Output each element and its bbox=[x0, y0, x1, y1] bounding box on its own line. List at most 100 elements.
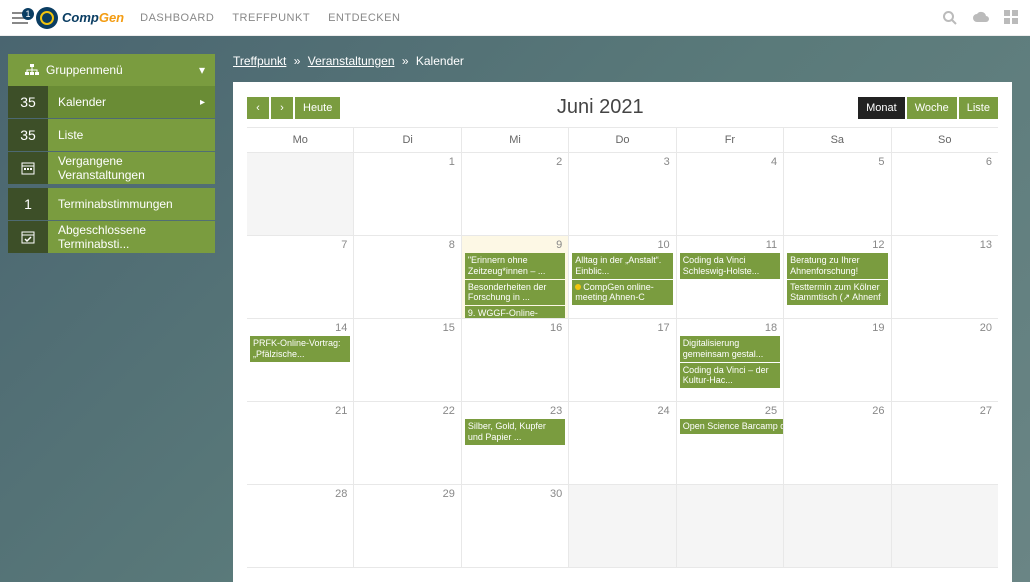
calendar-cell[interactable]: 27 bbox=[892, 402, 998, 484]
calendar-cell[interactable]: 7 bbox=[247, 236, 354, 318]
calendar-date bbox=[250, 156, 350, 158]
calendar-cell[interactable]: 12Beratung zu Ihrer Ahnenforschung!Testt… bbox=[784, 236, 891, 318]
calendar-cell[interactable]: 16 bbox=[462, 319, 569, 401]
calendar-event[interactable]: Testtermin zum Kölner Stammtisch (↗ Ahne… bbox=[787, 280, 887, 306]
calendar-card: ‹ › Heute Juni 2021 Monat Woche Liste Mo… bbox=[233, 82, 1012, 582]
calendar-cell[interactable]: 22 bbox=[354, 402, 461, 484]
cal-next-button[interactable]: › bbox=[271, 97, 293, 119]
calendar-date: 3 bbox=[572, 156, 672, 170]
calendar-cell[interactable]: 24 bbox=[569, 402, 676, 484]
calendar-cell[interactable]: 10Alltag in der „Anstalt“. Einblic...Com… bbox=[569, 236, 676, 318]
search-icon[interactable] bbox=[942, 10, 958, 26]
calendar-cell[interactable]: 29 bbox=[354, 485, 461, 567]
calendar-event[interactable]: Open Science Barcamp des Leibniz... bbox=[680, 419, 784, 434]
calendar-cell[interactable]: 14PRFK-Online-Vortrag: „Pfälzische... bbox=[247, 319, 354, 401]
calendar-cell[interactable]: 21 bbox=[247, 402, 354, 484]
nav-entdecken[interactable]: ENTDECKEN bbox=[328, 12, 400, 24]
sidebar-item[interactable]: 1Terminabstimmungen bbox=[8, 188, 215, 220]
calendar-cell[interactable]: 11Coding da Vinci Schleswig-Holste... bbox=[677, 236, 784, 318]
sidebar-group-label: Gruppenmenü bbox=[46, 63, 123, 77]
calendar-cell[interactable] bbox=[677, 485, 784, 567]
calendar-event[interactable]: Coding da Vinci Schleswig-Holste... bbox=[680, 253, 780, 279]
view-list-button[interactable]: Liste bbox=[959, 97, 998, 119]
calendar-date bbox=[680, 488, 780, 490]
calendar-cell[interactable]: 26 bbox=[784, 402, 891, 484]
sidebar-item-icon bbox=[8, 152, 48, 184]
calendar-event[interactable]: Silber, Gold, Kupfer und Papier ... bbox=[465, 419, 565, 445]
cal-prev-button[interactable]: ‹ bbox=[247, 97, 269, 119]
main: Gruppenmenü ▾ 35Kalender▸35ListeVergange… bbox=[0, 36, 1030, 582]
hamburger-menu[interactable]: 1 bbox=[12, 12, 28, 24]
calendar-event[interactable]: Besonderheiten der Forschung in ... bbox=[465, 280, 565, 306]
calendar-date: 5 bbox=[787, 156, 887, 170]
sidebar-item[interactable]: 35Liste bbox=[8, 119, 215, 151]
calendar-date: 29 bbox=[357, 488, 457, 502]
calendar-cell[interactable]: 1 bbox=[354, 153, 461, 235]
logo[interactable]: CompGen bbox=[36, 7, 124, 29]
calendar-cell[interactable]: 17 bbox=[569, 319, 676, 401]
calendar-event[interactable]: "Erinnern ohne Zeitzeug*innen – ... bbox=[465, 253, 565, 279]
calendar-date: 21 bbox=[250, 405, 350, 419]
calendar-cell[interactable]: 18Digitalisierung gemeinsam gestal...Cod… bbox=[677, 319, 784, 401]
calendar-event[interactable]: Coding da Vinci – der Kultur-Hac... bbox=[680, 363, 780, 389]
calendar-date: 27 bbox=[895, 405, 995, 419]
nav-dashboard[interactable]: DASHBOARD bbox=[140, 12, 214, 24]
calendar-event[interactable]: Alltag in der „Anstalt“. Einblic... bbox=[572, 253, 672, 279]
calendar-event[interactable]: 9. WGGF-Online-Mittwochstreffen bbox=[465, 306, 565, 318]
calendar-date: 8 bbox=[357, 239, 457, 253]
sitemap-icon bbox=[18, 64, 46, 76]
calendar-cell[interactable] bbox=[892, 485, 998, 567]
calendar-grid: MoDiMiDoFrSaSo 123456789"Erinnern ohne Z… bbox=[247, 127, 998, 568]
sidebar-item[interactable]: Vergangene Veranstaltungen bbox=[8, 152, 215, 184]
calendar-date: 9 bbox=[465, 239, 565, 253]
view-week-button[interactable]: Woche bbox=[907, 97, 957, 119]
calendar-cell[interactable]: 25Open Science Barcamp des Leibniz... bbox=[677, 402, 784, 484]
calendar-event[interactable]: PRFK-Online-Vortrag: „Pfälzische... bbox=[250, 336, 350, 362]
calendar-event[interactable]: CompGen online-meeting Ahnen-C bbox=[572, 280, 672, 306]
calendar-cell[interactable]: 20 bbox=[892, 319, 998, 401]
weekday-header: Do bbox=[569, 128, 676, 152]
sidebar-item-count: 1 bbox=[8, 188, 48, 220]
calendar-cell[interactable] bbox=[247, 153, 354, 235]
logo-icon bbox=[36, 7, 58, 29]
calendar-cell[interactable]: 30 bbox=[462, 485, 569, 567]
calendar-cell[interactable] bbox=[569, 485, 676, 567]
sidebar: Gruppenmenü ▾ 35Kalender▸35ListeVergange… bbox=[0, 36, 215, 582]
notification-badge: 1 bbox=[22, 8, 34, 20]
weekday-header: Sa bbox=[784, 128, 891, 152]
calendar-cell[interactable]: 8 bbox=[354, 236, 461, 318]
cal-today-button[interactable]: Heute bbox=[295, 97, 340, 119]
sidebar-item-label: Liste bbox=[48, 119, 215, 151]
calendar-cell[interactable]: 2 bbox=[462, 153, 569, 235]
calendar-cell[interactable] bbox=[784, 485, 891, 567]
calendar-event[interactable]: Digitalisierung gemeinsam gestal... bbox=[680, 336, 780, 362]
calendar-cell[interactable]: 23Silber, Gold, Kupfer und Papier ... bbox=[462, 402, 569, 484]
calendar-cell[interactable]: 6 bbox=[892, 153, 998, 235]
calendar-cell[interactable]: 19 bbox=[784, 319, 891, 401]
sidebar-group-header[interactable]: Gruppenmenü ▾ bbox=[8, 54, 215, 86]
calendar-event[interactable]: Beratung zu Ihrer Ahnenforschung! bbox=[787, 253, 887, 279]
content: Treffpunkt » Veranstaltungen » Kalender … bbox=[215, 36, 1030, 582]
topbar: 1 CompGen DASHBOARD TREFFPUNKT ENTDECKEN bbox=[0, 0, 1030, 36]
calendar-cell[interactable]: 15 bbox=[354, 319, 461, 401]
breadcrumb: Treffpunkt » Veranstaltungen » Kalender bbox=[233, 54, 1012, 68]
grid-icon[interactable] bbox=[1004, 10, 1018, 26]
calendar-cell[interactable]: 28 bbox=[247, 485, 354, 567]
calendar-cell[interactable]: 3 bbox=[569, 153, 676, 235]
calendar-date: 4 bbox=[680, 156, 780, 170]
sidebar-item[interactable]: 35Kalender▸ bbox=[8, 86, 215, 118]
calendar-cell[interactable]: 9"Erinnern ohne Zeitzeug*innen – ...Beso… bbox=[462, 236, 569, 318]
calendar-cell[interactable]: 13 bbox=[892, 236, 998, 318]
nav-treffpunkt[interactable]: TREFFPUNKT bbox=[232, 12, 310, 24]
cloud-icon[interactable] bbox=[972, 10, 990, 26]
breadcrumb-treffpunkt[interactable]: Treffpunkt bbox=[233, 54, 286, 68]
sidebar-item-label: Vergangene Veranstaltungen bbox=[48, 152, 215, 184]
calendar-date: 26 bbox=[787, 405, 887, 419]
calendar-cell[interactable]: 4 bbox=[677, 153, 784, 235]
chevron-down-icon: ▾ bbox=[199, 63, 205, 77]
calendar-cell[interactable]: 5 bbox=[784, 153, 891, 235]
view-month-button[interactable]: Monat bbox=[858, 97, 905, 119]
sidebar-item[interactable]: Abgeschlossene Terminabsti... bbox=[8, 221, 215, 253]
breadcrumb-veranstaltungen[interactable]: Veranstaltungen bbox=[308, 54, 395, 68]
sidebar-item-count: 35 bbox=[8, 119, 48, 151]
